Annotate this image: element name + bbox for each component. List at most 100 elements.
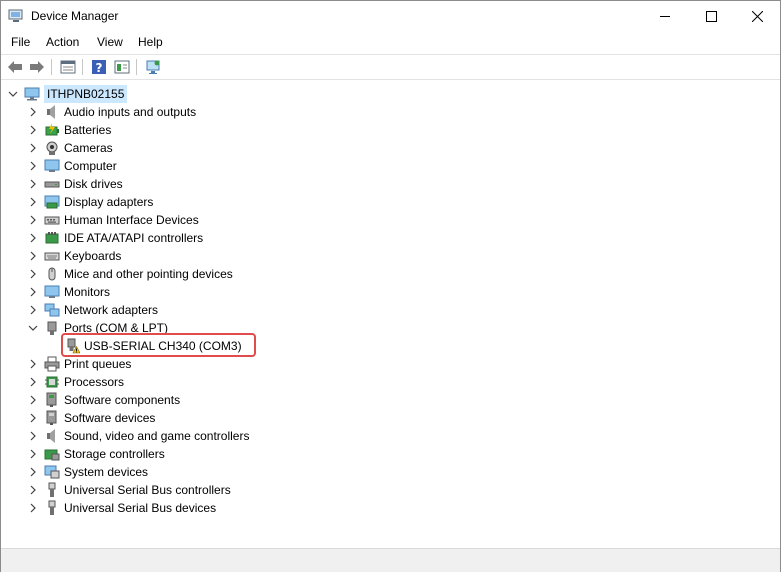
tree-item-label: Batteries: [64, 123, 112, 137]
port-icon: [44, 320, 60, 336]
tree-item-mice[interactable]: Mice and other pointing devices: [28, 265, 233, 283]
tree-item-label: Keyboards: [64, 249, 122, 263]
chevron-right-icon[interactable]: [28, 359, 38, 369]
chevron-right-icon[interactable]: [28, 467, 38, 477]
toolbar-separator: [136, 59, 137, 75]
toolbar-separator: [51, 59, 52, 75]
chevron-right-icon[interactable]: [28, 161, 38, 171]
tree-item-label: Software devices: [64, 411, 156, 425]
usb-icon: [44, 482, 60, 498]
processor-icon: [44, 374, 60, 390]
chevron-right-icon[interactable]: [28, 485, 38, 495]
menu-view[interactable]: View: [97, 35, 123, 49]
maximize-button[interactable]: [688, 1, 734, 32]
tree-item-label: Disk drives: [64, 177, 123, 191]
tree-item-sound-video[interactable]: Sound, video and game controllers: [28, 427, 249, 445]
chevron-right-icon[interactable]: [28, 287, 38, 297]
chevron-right-icon[interactable]: [28, 395, 38, 405]
tree-item-cameras[interactable]: Cameras: [28, 139, 113, 157]
tree-item-display-adapters[interactable]: Display adapters: [28, 193, 153, 211]
chevron-right-icon[interactable]: [28, 431, 38, 441]
chevron-down-icon[interactable]: [28, 323, 38, 333]
tree-item-computer[interactable]: Computer: [28, 157, 117, 175]
menu-file[interactable]: File: [11, 35, 30, 49]
properties-icon: [60, 60, 76, 74]
close-icon: [751, 11, 763, 22]
tree-item-storage-controllers[interactable]: Storage controllers: [28, 445, 165, 463]
tree-item-monitors[interactable]: Monitors: [28, 283, 110, 301]
chevron-right-icon[interactable]: [28, 413, 38, 423]
chevron-down-icon[interactable]: [8, 89, 18, 99]
status-bar: [1, 548, 780, 572]
tree-item-system-devices[interactable]: System devices: [28, 463, 148, 481]
update-driver-icon: [114, 60, 130, 74]
forward-arrow-icon: [30, 61, 44, 73]
tree-item-label: Audio inputs and outputs: [64, 105, 197, 119]
tree-item-usb-devices[interactable]: Universal Serial Bus devices: [28, 499, 216, 517]
network-icon: [44, 302, 60, 318]
tree-item-label: Mice and other pointing devices: [64, 267, 233, 281]
tree-item-usb-controllers[interactable]: Universal Serial Bus controllers: [28, 481, 231, 499]
chevron-right-icon[interactable]: [28, 233, 38, 243]
tree-item-processors[interactable]: Processors: [28, 373, 124, 391]
tree-item-label: System devices: [64, 465, 149, 479]
menu-help[interactable]: Help: [138, 35, 163, 49]
tree-item-label: Cameras: [64, 141, 113, 155]
minimize-button[interactable]: [642, 1, 688, 32]
chevron-right-icon[interactable]: [28, 503, 38, 513]
tree-item-keyboards[interactable]: Keyboards: [28, 247, 121, 265]
chevron-right-icon[interactable]: [28, 251, 38, 261]
usb-icon: [44, 500, 60, 516]
tree-item-hid[interactable]: Human Interface Devices: [28, 211, 199, 229]
tree-item-usb-serial-ch340[interactable]: USB-SERIAL CH340 (COM3): [64, 337, 242, 355]
chevron-right-icon[interactable]: [28, 305, 38, 315]
tree-item-software-components[interactable]: Software components: [28, 391, 180, 409]
help-button[interactable]: ?: [89, 58, 109, 76]
close-button[interactable]: [734, 1, 780, 32]
printer-icon: [44, 356, 60, 372]
system-devices-icon: [44, 464, 60, 480]
tree-item-software-devices[interactable]: Software devices: [28, 409, 155, 427]
tree-item-audio[interactable]: Audio inputs and outputs: [28, 103, 196, 121]
menu-bar: File Action View Help: [1, 32, 780, 53]
chevron-right-icon[interactable]: [28, 215, 38, 225]
storage-controller-icon: [44, 446, 60, 462]
scan-hardware-button[interactable]: [143, 58, 163, 76]
computer-icon: [24, 86, 40, 102]
tree-item-label: USB-SERIAL CH340 (COM3): [84, 339, 242, 353]
tree-root[interactable]: ITHPNB02155: [8, 85, 128, 103]
chevron-right-icon[interactable]: [28, 143, 38, 153]
tree-item-print-queues[interactable]: Print queues: [28, 355, 131, 373]
monitor-icon: [44, 284, 60, 300]
chevron-right-icon[interactable]: [28, 449, 38, 459]
back-button[interactable]: [5, 58, 25, 76]
properties-button[interactable]: [58, 58, 78, 76]
chevron-right-icon[interactable]: [28, 269, 38, 279]
device-manager-window: Device Manager File Action View Help ? I…: [0, 0, 781, 572]
battery-icon: [44, 122, 60, 138]
tree-item-label: Computer: [64, 159, 117, 173]
forward-button[interactable]: [27, 58, 47, 76]
toolbar-separator: [82, 59, 83, 75]
root-label: ITHPNB02155: [44, 85, 128, 103]
chevron-right-icon[interactable]: [28, 197, 38, 207]
tree-item-label: Print queues: [64, 357, 132, 371]
chevron-right-icon[interactable]: [28, 377, 38, 387]
display-adapter-icon: [44, 194, 60, 210]
title-bar[interactable]: Device Manager: [1, 1, 780, 32]
speaker-icon: [44, 104, 60, 120]
tree-item-disk-drives[interactable]: Disk drives: [28, 175, 123, 193]
menu-action[interactable]: Action: [46, 35, 79, 49]
chevron-right-icon[interactable]: [28, 125, 38, 135]
tree-item-label: Universal Serial Bus devices: [64, 501, 217, 515]
help-icon: ?: [92, 60, 106, 75]
chevron-right-icon[interactable]: [28, 107, 38, 117]
mouse-icon: [44, 266, 60, 282]
tree-item-batteries[interactable]: Batteries: [28, 121, 111, 139]
software-component-icon: [44, 392, 60, 408]
tree-item-network[interactable]: Network adapters: [28, 301, 158, 319]
device-manager-icon: [8, 9, 24, 23]
chevron-right-icon[interactable]: [28, 179, 38, 189]
update-driver-button[interactable]: [112, 58, 132, 76]
tree-item-ide[interactable]: IDE ATA/ATAPI controllers: [28, 229, 203, 247]
